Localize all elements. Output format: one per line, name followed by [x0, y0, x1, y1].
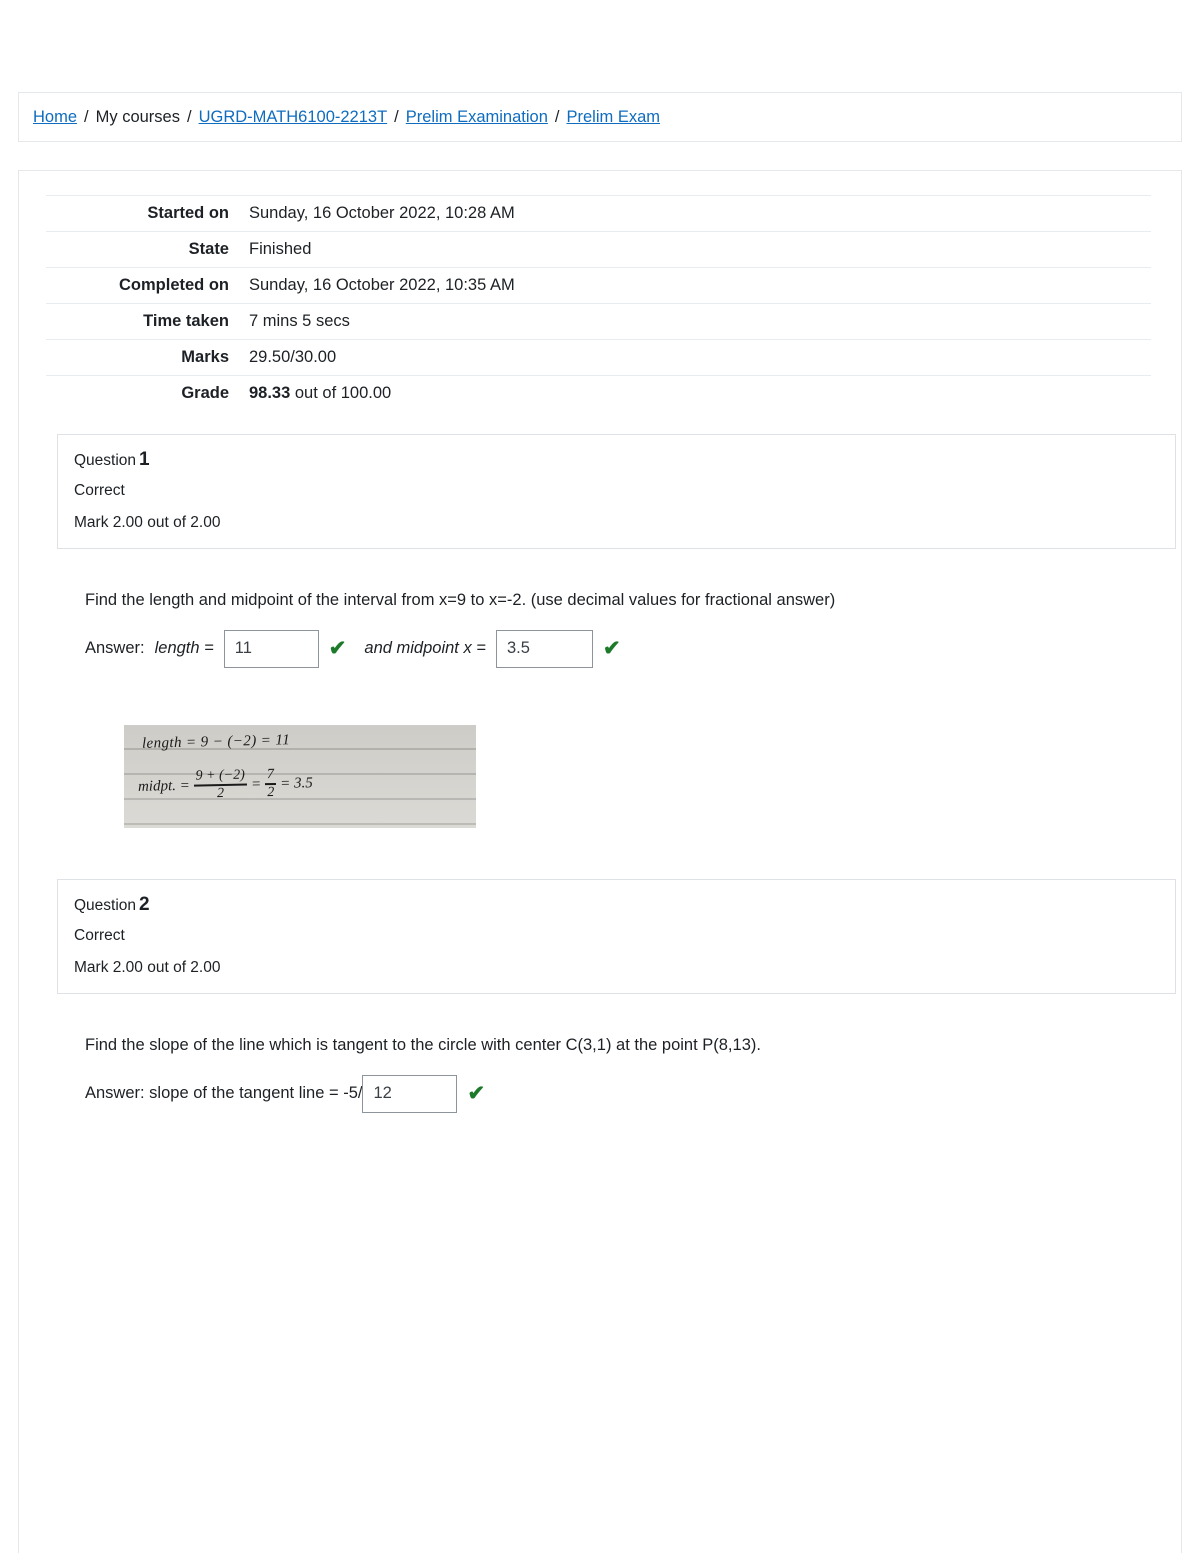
summary-value-started-on: Sunday, 16 October 2022, 10:28 AM	[249, 204, 515, 222]
summary-value-time-taken: 7 mins 5 secs	[249, 312, 350, 330]
summary-label-started-on: Started on	[147, 204, 229, 222]
breadcrumb-item-home[interactable]: Home	[33, 109, 77, 126]
question-2-body: Find the slope of the line which is tang…	[85, 1034, 1154, 1113]
fraction-denominator: 2	[267, 784, 275, 800]
quiz-content-card: Started on Sunday, 16 October 2022, 10:2…	[18, 170, 1182, 1553]
question-number-value: 2	[139, 893, 150, 915]
fraction-denominator: 2	[216, 785, 225, 801]
handwriting-fraction-2: 7 2	[265, 766, 277, 800]
summary-label-marks: Marks	[181, 348, 229, 366]
summary-value-grade: 98.33 out of 100.00	[241, 376, 1151, 412]
fraction-numerator: 9 + (−2)	[195, 767, 245, 784]
grade-number: 98.33	[249, 384, 291, 402]
table-row: Started on Sunday, 16 October 2022, 10:2…	[46, 195, 1151, 232]
handwritten-solution-image: length = 9 − (−2) = 11 midpt. = 9 + (−2)…	[124, 724, 476, 828]
question-2-info-box: Question 2 Correct Mark 2.00 out of 2.00	[57, 878, 1176, 994]
question-2-text: Find the slope of the line which is tang…	[85, 1035, 761, 1054]
summary-value-state: Finished	[249, 240, 312, 258]
breadcrumb-item-my-courses: My courses	[95, 107, 180, 126]
field-label-length: length =	[154, 639, 214, 658]
table-row: State Finished	[46, 231, 1151, 268]
answer-prefix-label: Answer: slope of the tangent line = -5/	[85, 1084, 363, 1103]
fraction-numerator: 7	[266, 766, 275, 783]
handwriting-result: = 3.5	[279, 774, 313, 792]
breadcrumb-separator: /	[394, 107, 399, 126]
question-1-body: Find the length and midpoint of the inte…	[85, 589, 1154, 828]
table-row: Marks 29.50/30.00	[46, 339, 1151, 376]
table-row: Time taken 7 mins 5 secs	[46, 303, 1151, 340]
question-1-answer-row: Answer: length = ✔ and midpoint x = ✔	[85, 629, 1154, 668]
correct-check-icon: ✔	[328, 637, 347, 661]
question-1-info-box: Question 1 Correct Mark 2.00 out of 2.00	[57, 434, 1176, 549]
breadcrumb-item-prelim-exam[interactable]: Prelim Exam	[566, 109, 660, 126]
handwriting-ink: length = 9 − (−2) = 11 midpt. = 9 + (−2)…	[124, 725, 476, 828]
summary-label-completed-on: Completed on	[119, 276, 229, 294]
breadcrumb-separator: /	[554, 107, 560, 126]
handwriting-fraction-1: 9 + (−2) 2	[193, 767, 248, 801]
summary-label-grade: Grade	[181, 384, 229, 402]
breadcrumb-separator: /	[186, 107, 192, 126]
summary-value-marks: 29.50/30.00	[249, 348, 337, 366]
breadcrumb: Home / My courses / UGRD-MATH6100-2213T …	[33, 109, 660, 126]
question-2-grade: Mark 2.00 out of 2.00	[74, 958, 221, 976]
breadcrumb-separator: /	[84, 107, 89, 126]
handwriting-equals-1: =	[250, 775, 262, 792]
question-number-label: Question	[74, 896, 137, 914]
question-1-number: Question 1	[74, 449, 1159, 471]
answer-prefix-label: Answer:	[85, 639, 145, 658]
handwriting-midpt-label: midpt. =	[137, 777, 190, 795]
question-2-state: Correct	[74, 926, 125, 944]
answer-input-slope-denominator[interactable]	[362, 1074, 458, 1113]
question-1-grade: Mark 2.00 out of 2.00	[74, 514, 221, 531]
question-number-value: 1	[139, 449, 150, 470]
summary-label-state: State	[188, 240, 229, 258]
answer-input-midpoint[interactable]	[495, 629, 593, 668]
breadcrumb-item-prelim-examination[interactable]: Prelim Examination	[406, 109, 548, 126]
question-1-state: Correct	[74, 482, 125, 499]
breadcrumb-item-course[interactable]: UGRD-MATH6100-2213T	[199, 109, 388, 126]
handwriting-line-1: length = 9 − (−2) = 11	[141, 732, 291, 752]
grade-out-of: out of 100.00	[290, 384, 392, 402]
table-row: Completed on Sunday, 16 October 2022, 10…	[46, 267, 1151, 304]
summary-label-time-taken: Time taken	[143, 312, 229, 330]
table-row: Grade 98.33 out of 100.00	[46, 375, 1151, 412]
question-2-answer-row: Answer: slope of the tangent line = -5/ …	[85, 1074, 1154, 1113]
question-1-text: Find the length and midpoint of the inte…	[85, 591, 836, 609]
field-label-midpoint: and midpoint x =	[364, 639, 486, 658]
correct-check-icon: ✔	[467, 1082, 486, 1106]
attempt-summary-table: Started on Sunday, 16 October 2022, 10:2…	[46, 195, 1151, 411]
question-number-label: Question	[74, 452, 137, 469]
answer-input-length[interactable]	[223, 629, 319, 668]
quiz-review-page: Home / My courses / UGRD-MATH6100-2213T …	[0, 0, 1200, 1553]
correct-check-icon: ✔	[602, 637, 621, 661]
breadcrumb-card: Home / My courses / UGRD-MATH6100-2213T …	[18, 92, 1182, 142]
handwriting-line-2: midpt. = 9 + (−2) 2 = 7 2 = 3.5	[138, 767, 313, 803]
question-2-number: Question 2	[74, 894, 1159, 916]
summary-value-completed-on: Sunday, 16 October 2022, 10:35 AM	[249, 276, 515, 294]
